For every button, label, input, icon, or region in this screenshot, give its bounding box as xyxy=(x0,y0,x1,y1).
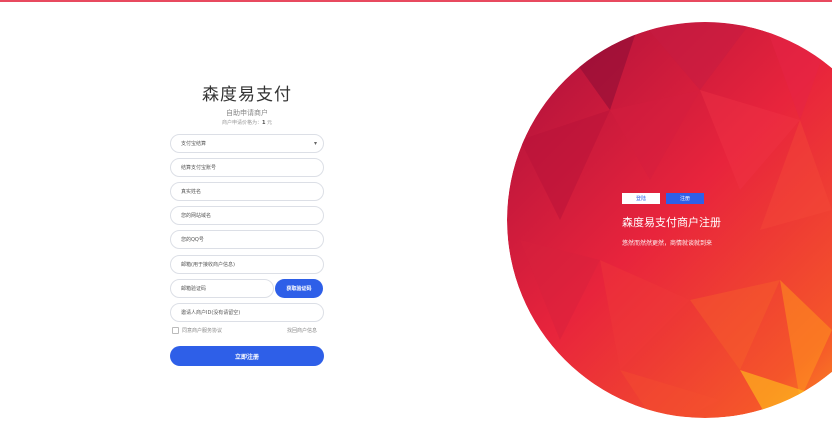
settlement-account-input[interactable]: 结算支付宝账号 xyxy=(170,158,324,177)
hero-title: 森度易支付商户注册 xyxy=(622,216,721,229)
retrieve-merchant-link[interactable]: 找回商户信息 xyxy=(287,327,317,334)
agreement-checkbox[interactable] xyxy=(172,327,179,334)
login-tab[interactable]: 登陆 xyxy=(622,193,660,204)
register-submit-button[interactable]: 立即注册 xyxy=(170,346,324,366)
qq-input[interactable]: 您的QQ号 xyxy=(170,230,324,249)
get-code-button[interactable]: 获取验证码 xyxy=(275,279,323,298)
register-tab[interactable]: 注册 xyxy=(666,193,704,204)
price-suffix: 元 xyxy=(265,120,273,126)
agreement-label: 同意商户服务协议 xyxy=(182,328,223,334)
real-name-input[interactable]: 真实姓名 xyxy=(170,182,324,201)
hero-tabs: 登陆 注册 xyxy=(622,193,704,204)
email-code-input[interactable]: 邮箱验证码 xyxy=(170,279,274,298)
brand-title: 森度易支付 xyxy=(202,85,292,105)
price-info: 商户申请价格为：1 元 xyxy=(170,119,324,126)
register-header: 森度易支付 自助申请商户 商户申请价格为：1 元 xyxy=(170,80,324,126)
inviter-input[interactable]: 邀请人商户ID(没有请留空) xyxy=(170,303,324,322)
settlement-type-select[interactable]: 支付宝结算 xyxy=(170,134,324,153)
hero-description: 悠然而然然更然，商情就谈就到来 xyxy=(622,240,713,247)
website-domain-input[interactable]: 您的网站域名 xyxy=(170,206,324,225)
email-input[interactable]: 邮箱(用于接收商户信息) xyxy=(170,255,324,274)
price-prefix: 商户申请价格为： xyxy=(221,120,262,126)
agreement-row[interactable]: 同意商户服务协议 xyxy=(172,327,222,334)
form-subtitle: 自助申请商户 xyxy=(226,109,268,117)
